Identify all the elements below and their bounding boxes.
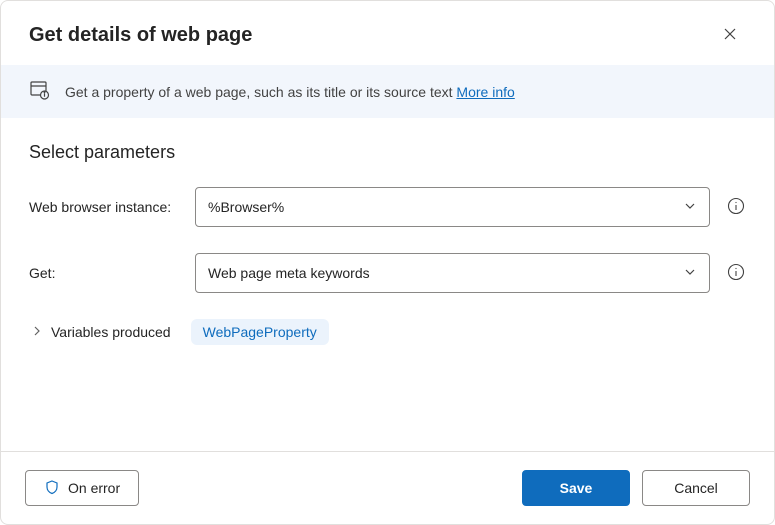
variables-produced-row: Variables produced WebPageProperty — [29, 319, 746, 345]
close-icon — [722, 26, 738, 45]
info-icon — [727, 263, 745, 284]
chevron-right-icon — [31, 324, 43, 340]
get-label: Get: — [29, 265, 179, 281]
variables-expand-toggle[interactable] — [29, 324, 45, 340]
info-bar: Get a property of a web page, such as it… — [1, 65, 774, 118]
shield-icon — [44, 479, 60, 498]
footer-right: Save Cancel — [522, 470, 750, 506]
dialog-title: Get details of web page — [29, 24, 252, 47]
dialog-content: Select parameters Web browser instance: … — [1, 118, 774, 451]
browser-instance-row: Web browser instance: %Browser% — [29, 187, 746, 227]
chevron-down-icon — [683, 265, 697, 282]
cancel-button[interactable]: Cancel — [642, 470, 750, 506]
get-row: Get: Web page meta keywords — [29, 253, 746, 293]
variables-produced-label: Variables produced — [51, 324, 171, 340]
get-help[interactable] — [726, 263, 746, 283]
chevron-down-icon — [683, 199, 697, 216]
save-button[interactable]: Save — [522, 470, 630, 506]
info-description: Get a property of a web page, such as it… — [65, 84, 456, 100]
get-control: Web page meta keywords — [195, 253, 710, 293]
browser-instance-value: %Browser% — [208, 199, 284, 215]
dialog-footer: On error Save Cancel — [1, 451, 774, 524]
on-error-label: On error — [68, 480, 120, 496]
dialog: Get details of web page Get a property o… — [0, 0, 775, 525]
cancel-label: Cancel — [674, 480, 718, 496]
dialog-header: Get details of web page — [1, 1, 774, 65]
close-button[interactable] — [714, 19, 746, 51]
browser-instance-label: Web browser instance: — [29, 199, 179, 215]
info-icon — [727, 197, 745, 218]
more-info-link[interactable]: More info — [456, 84, 514, 100]
on-error-button[interactable]: On error — [25, 470, 139, 506]
save-label: Save — [560, 480, 593, 496]
browser-instance-control: %Browser% — [195, 187, 710, 227]
variable-chip[interactable]: WebPageProperty — [191, 319, 329, 345]
section-title: Select parameters — [29, 142, 746, 163]
get-value: Web page meta keywords — [208, 265, 370, 281]
info-text: Get a property of a web page, such as it… — [65, 84, 515, 100]
browser-instance-help[interactable] — [726, 197, 746, 217]
browser-instance-select[interactable]: %Browser% — [195, 187, 710, 227]
web-page-icon — [29, 79, 51, 104]
get-select[interactable]: Web page meta keywords — [195, 253, 710, 293]
